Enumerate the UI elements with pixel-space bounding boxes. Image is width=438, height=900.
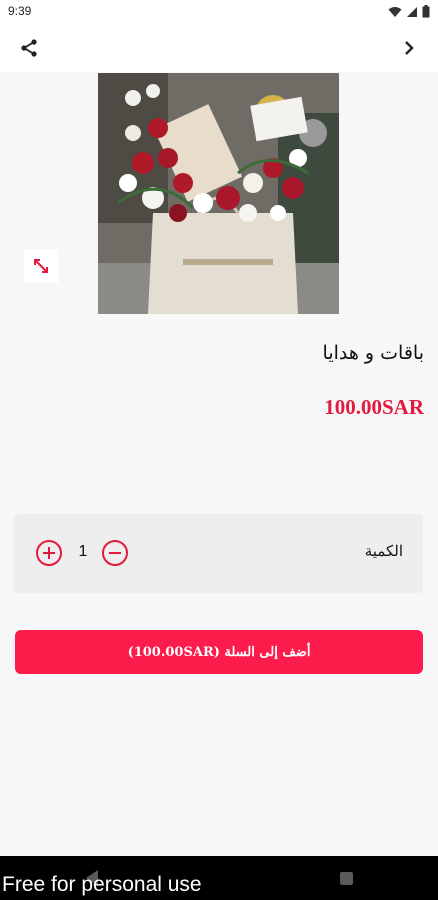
expand-image-button[interactable] (24, 249, 58, 283)
quantity-value: 1 (78, 543, 88, 560)
share-icon (21, 39, 37, 57)
nav-recents-icon[interactable] (340, 872, 353, 885)
app-bar (0, 24, 438, 72)
product-title: باقات و هدايا (322, 342, 424, 364)
status-icons (388, 5, 430, 18)
status-bar: 9:39 (0, 0, 438, 24)
decrease-quantity-button[interactable] (102, 540, 128, 566)
product-price: 100.00SAR (324, 395, 424, 419)
watermark-text: Free for personal use (2, 873, 202, 896)
increase-quantity-button[interactable] (36, 540, 62, 566)
chevron-right-icon (405, 41, 414, 55)
share-button[interactable] (14, 33, 44, 63)
next-button[interactable] (394, 33, 424, 63)
battery-icon (422, 5, 430, 18)
plus-circle-icon (43, 547, 55, 559)
product-image[interactable] (98, 73, 339, 314)
minus-circle-icon (109, 552, 121, 554)
signal-icon (407, 6, 417, 17)
quantity-label: الكمية (364, 542, 403, 560)
status-time: 9:39 (8, 4, 32, 18)
flower-gift-bag-image (98, 73, 339, 314)
add-to-cart-button[interactable]: أضف إلى السلة (100.00SAR) (15, 630, 423, 674)
expand-diagonal-icon (34, 259, 48, 273)
wifi-icon (388, 6, 402, 17)
quantity-selector: الكمية 1 (14, 514, 423, 593)
